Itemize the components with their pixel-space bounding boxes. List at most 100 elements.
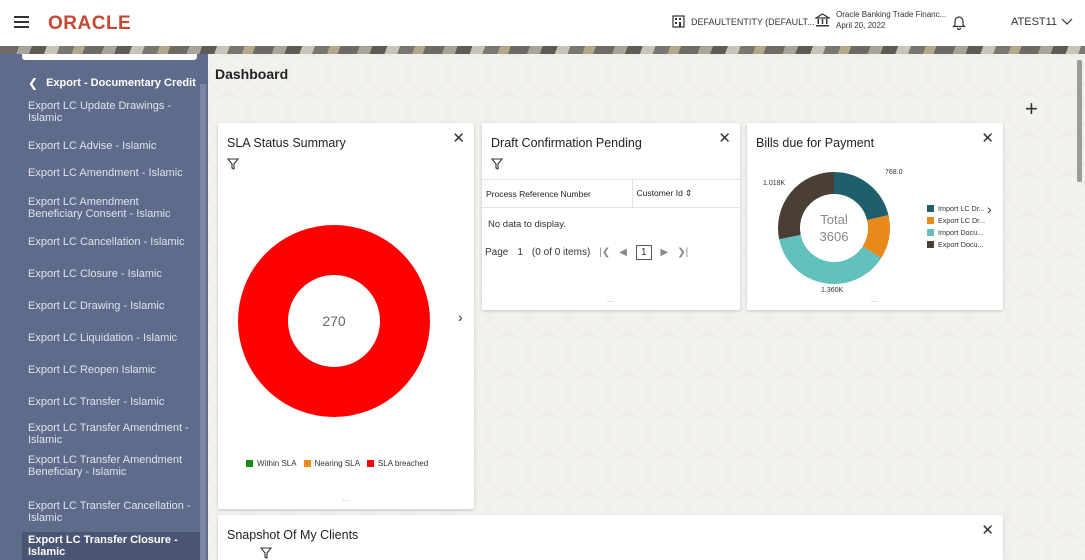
current-page-input[interactable]: 1 — [635, 245, 652, 260]
legend-item: Export Docu... — [927, 240, 985, 249]
legend-swatch — [246, 460, 253, 467]
sla-legend: Within SLA Nearing SLA SLA breached — [246, 459, 435, 468]
resize-grip[interactable]: … — [342, 494, 351, 503]
legend-label: SLA breached — [377, 459, 429, 468]
draft-table: Process Reference Number Customer Id ⇕ — [482, 179, 740, 208]
chevron-right-icon[interactable]: › — [987, 201, 992, 217]
legend-item: Nearing SLA — [303, 459, 360, 468]
building-icon — [672, 15, 685, 28]
dashboard-main: Dashboard + SLA Status Summary ✕ 270 › W… — [208, 54, 1085, 560]
bank-name: Oracle Banking Trade Financ... — [836, 10, 947, 19]
sidebar-title: Export - Documentary Credit — [46, 77, 196, 89]
menu-icon[interactable] — [14, 16, 29, 29]
legend-swatch — [303, 460, 311, 467]
sidebar-item-transfer[interactable]: Export LC Transfer - Islamic — [28, 396, 196, 408]
sort-icon[interactable]: ⇕ — [685, 188, 692, 198]
slice-label-export-docu: 1.018K — [763, 180, 786, 187]
sidebar-scrollbar[interactable] — [200, 84, 206, 560]
entity-selector[interactable]: DEFAULTENTITY (DEFAULT... — [672, 15, 815, 28]
resize-grip[interactable]: … — [871, 295, 880, 304]
decorative-banner — [0, 46, 1085, 54]
chevron-right-icon[interactable]: › — [458, 309, 463, 325]
user-menu[interactable]: ATEST11 — [1011, 16, 1073, 28]
sidebar-item-transfer-amendment-beneficiary[interactable]: Export LC Transfer Amendment Beneficiary… — [28, 454, 196, 478]
bell-icon[interactable] — [952, 14, 966, 35]
sidebar-item-drawing[interactable]: Export LC Drawing - Islamic — [28, 300, 196, 312]
sidebar-item-amendment-beneficiary-consent[interactable]: Export LC Amendment Beneficiary Consent … — [28, 196, 196, 220]
oracle-logo: ORACLE — [48, 13, 132, 34]
legend-label: Nearing SLA — [314, 459, 360, 468]
card-title: Draft Confirmation Pending — [491, 136, 642, 150]
sidebar-search-box[interactable] — [22, 54, 197, 60]
filter-icon[interactable] — [226, 157, 240, 175]
bills-total-label: Total — [820, 212, 848, 227]
card-title: SLA Status Summary — [227, 136, 346, 150]
sidebar-item-amendment[interactable]: Export LC Amendment - Islamic — [28, 167, 196, 179]
main-scrollbar[interactable] — [1077, 60, 1082, 182]
plus-icon[interactable]: + — [1025, 96, 1038, 122]
chevron-down-icon — [1061, 18, 1073, 25]
legend-swatch — [927, 205, 934, 212]
entity-label: DEFAULTENTITY (DEFAULT... — [691, 16, 815, 27]
sidebar-item-transfer-closure[interactable]: Export LC Transfer Closure - Islamic — [22, 532, 202, 560]
column-label: Customer Id — [636, 188, 683, 198]
pagination: Page 1 (0 of 0 items) |❮ ◀ 1 ▶ ❯| — [485, 245, 697, 260]
close-icon[interactable]: ✕ — [981, 129, 994, 147]
legend-swatch — [927, 217, 934, 224]
sidebar-item-closure[interactable]: Export LC Closure - Islamic — [28, 268, 196, 280]
bills-total-value: 3606 — [820, 229, 849, 244]
items-count: (0 of 0 items) — [531, 247, 591, 258]
slice-label-import-docu: 1.360K — [821, 287, 844, 294]
sla-center-value: 270 — [322, 313, 346, 329]
prev-page-icon[interactable]: ◀ — [619, 247, 627, 258]
sidebar-item-liquidation[interactable]: Export LC Liquidation - Islamic — [28, 332, 196, 344]
legend-item: SLA breached — [366, 459, 429, 468]
page-number: 1 — [517, 247, 523, 258]
legend-item: Export LC Dr... — [927, 216, 985, 225]
last-page-icon[interactable]: ❯| — [677, 247, 688, 258]
filter-icon[interactable] — [259, 546, 273, 560]
branch-selector[interactable]: Oracle Banking Trade Financ... April 20,… — [815, 9, 946, 31]
chevron-left-icon: ❮ — [28, 76, 39, 90]
bills-due-card: Bills due for Payment ✕ Total 3606 768.0… — [747, 123, 1003, 310]
sidebar-item-transfer-cancellation[interactable]: Export LC Transfer Cancellation - Islami… — [28, 500, 196, 524]
page-label: Page — [485, 247, 509, 258]
donut-slice-1[interactable] — [862, 215, 890, 259]
close-icon[interactable]: ✕ — [452, 129, 465, 147]
snapshot-clients-card: Snapshot Of My Clients ✕ — [218, 515, 1003, 560]
slice-label-import-lc: 768.0 — [885, 169, 903, 176]
close-icon[interactable]: ✕ — [718, 129, 731, 147]
filter-icon[interactable] — [490, 157, 504, 175]
legend-item: Import LC Dr... — [927, 204, 985, 213]
legend-swatch — [927, 229, 934, 236]
column-header-customer-id[interactable]: Customer Id ⇕ — [631, 179, 740, 208]
sidebar-item-update-drawings[interactable]: Export LC Update Drawings - Islamic — [28, 100, 196, 124]
legend-label: Export LC Dr... — [938, 216, 986, 225]
next-page-icon[interactable]: ▶ — [661, 247, 669, 258]
column-header-reference[interactable]: Process Reference Number — [482, 179, 632, 208]
resize-grip[interactable]: … — [607, 295, 616, 304]
user-name: ATEST11 — [1011, 16, 1058, 28]
sidebar: ❮ Export - Documentary Credit Export LC … — [0, 54, 208, 560]
bills-donut-chart: Total 3606 — [778, 172, 890, 284]
bank-date: April 20, 2022 — [836, 21, 886, 30]
top-header: ORACLE DEFAULTENTITY (DEFAULT... Oracle … — [0, 0, 1085, 46]
empty-state: No data to display. — [488, 219, 566, 230]
sidebar-item-reopen[interactable]: Export LC Reopen Islamic — [28, 364, 196, 376]
legend-swatch — [927, 241, 934, 248]
card-title: Bills due for Payment — [756, 136, 875, 150]
sidebar-item-cancellation[interactable]: Export LC Cancellation - Islamic — [28, 236, 196, 248]
first-page-icon[interactable]: |❮ — [599, 247, 610, 258]
sidebar-item-advise[interactable]: Export LC Advise - Islamic — [28, 140, 196, 152]
close-icon[interactable]: ✕ — [981, 521, 994, 539]
sla-status-card: SLA Status Summary ✕ 270 › Within SLA Ne… — [218, 123, 474, 509]
bank-icon — [815, 13, 830, 27]
legend-label: Within SLA — [257, 459, 297, 468]
legend-label: Export Docu... — [938, 240, 984, 249]
draft-confirmation-card: Draft Confirmation Pending ✕ Process Ref… — [482, 123, 740, 310]
sidebar-back-title[interactable]: ❮ Export - Documentary Credit — [28, 76, 196, 90]
sidebar-item-transfer-amendment[interactable]: Export LC Transfer Amendment - Islamic — [28, 422, 196, 446]
table-header-row: Process Reference Number Customer Id ⇕ — [482, 179, 740, 208]
legend-label: Import Docu... — [938, 228, 984, 237]
bills-legend: Import LC Dr... Export LC Dr... Import D… — [927, 204, 985, 252]
